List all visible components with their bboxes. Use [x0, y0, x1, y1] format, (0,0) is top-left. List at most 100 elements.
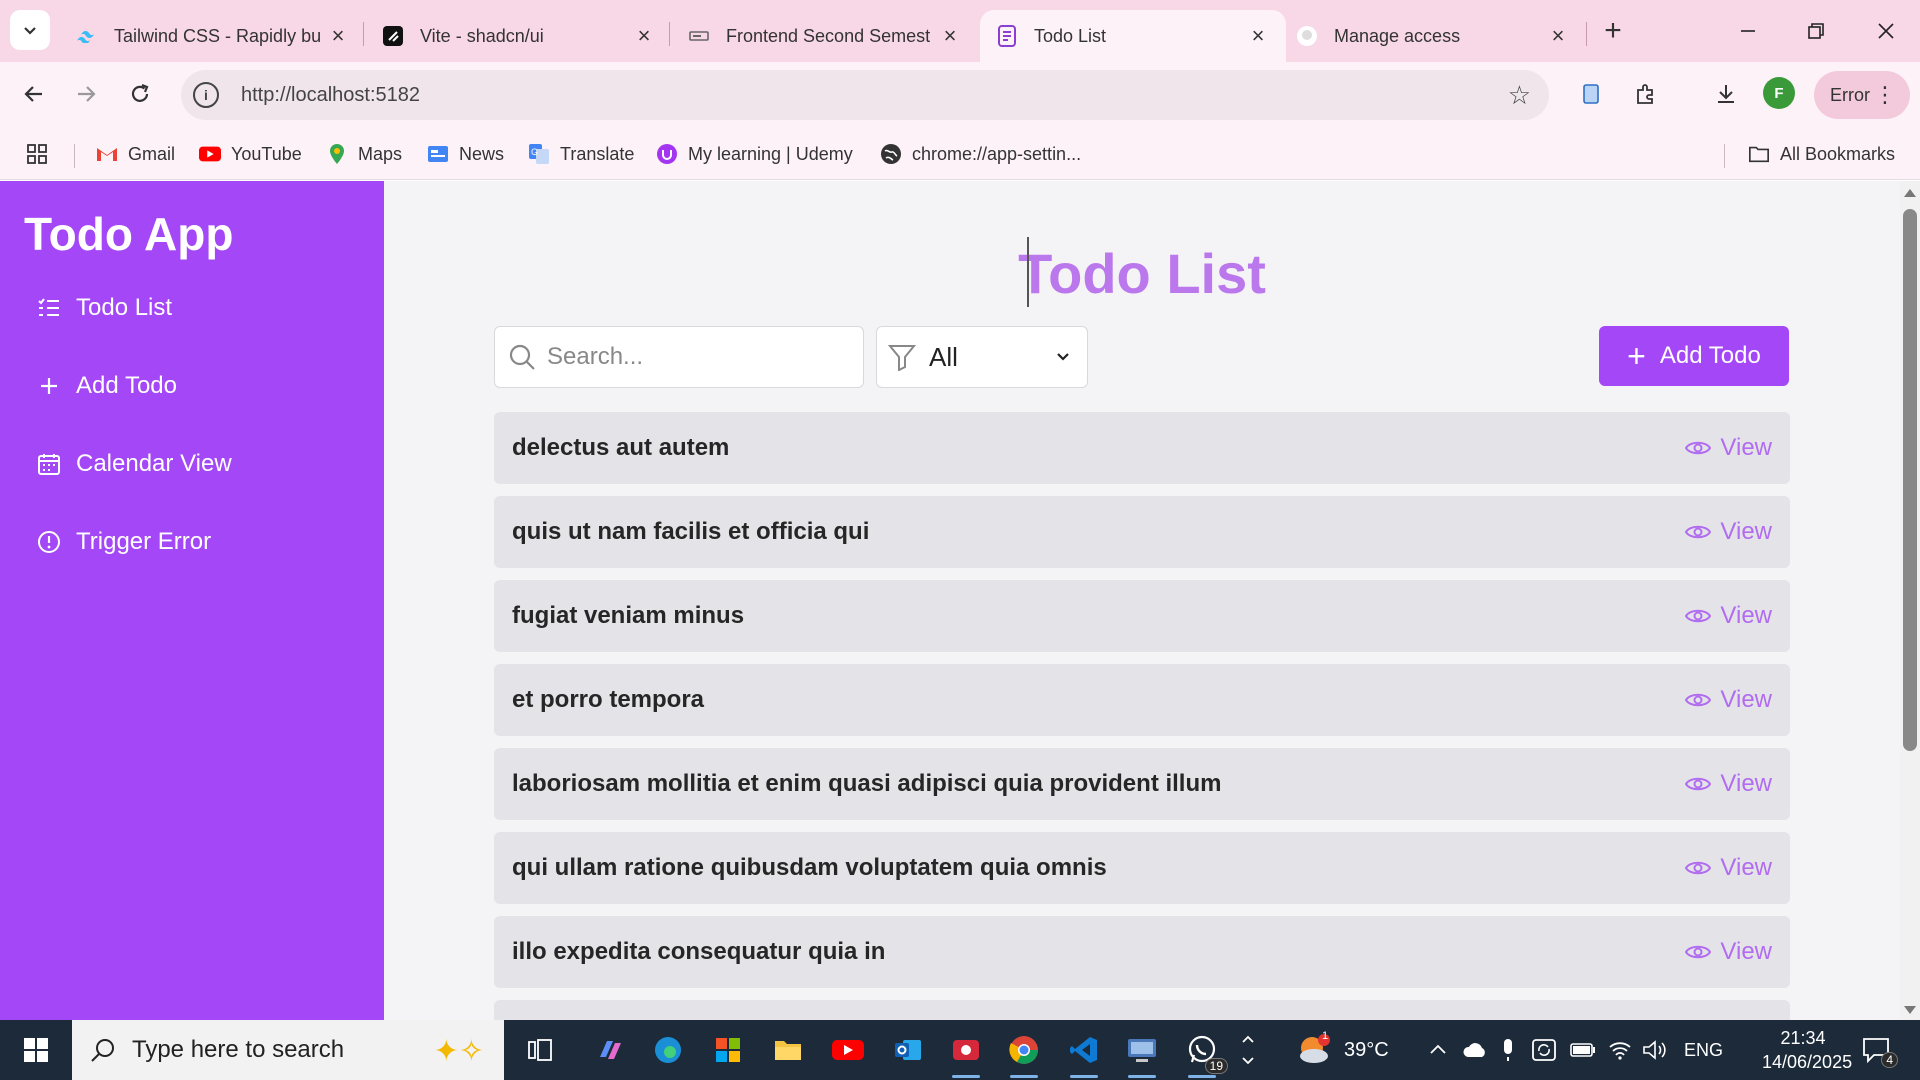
- view-todo-link[interactable]: View: [1684, 938, 1772, 966]
- arrow-left-icon: [24, 86, 42, 102]
- tab-search-button[interactable]: [10, 10, 50, 50]
- show-hidden-icons[interactable]: [1428, 1020, 1448, 1080]
- view-todo-link[interactable]: View: [1684, 602, 1772, 630]
- sidebar-item-calendar-view[interactable]: Calendar View: [36, 444, 232, 484]
- todo-title: fugiat veniam minus: [512, 602, 745, 629]
- wifi-icon[interactable]: [1608, 1020, 1632, 1080]
- close-icon[interactable]: ×: [326, 23, 350, 48]
- sidebar-item-add-todo[interactable]: Add Todo: [36, 366, 177, 406]
- download-icon[interactable]: [1706, 74, 1746, 114]
- task-view-icon[interactable]: [518, 1030, 562, 1070]
- copilot-icon[interactable]: [588, 1030, 632, 1070]
- sidebar-item-todo-list[interactable]: Todo List: [36, 288, 172, 328]
- bookmark-gmail[interactable]: Gmail: [96, 140, 175, 168]
- view-todo-link[interactable]: View: [1684, 434, 1772, 462]
- bookmark-translate[interactable]: G Translate: [528, 140, 634, 168]
- youtube-app-icon[interactable]: [826, 1030, 870, 1070]
- remote-desktop-icon[interactable]: [1120, 1030, 1164, 1078]
- microphone-icon[interactable]: [1500, 1020, 1516, 1080]
- view-todo-link[interactable]: View: [1684, 518, 1772, 546]
- forward-button[interactable]: [66, 74, 106, 114]
- bookmark-news[interactable]: News: [427, 140, 504, 168]
- status-filter-select[interactable]: All: [876, 326, 1088, 388]
- outlook-icon[interactable]: [886, 1030, 930, 1070]
- error-chip[interactable]: Error ⋮: [1814, 71, 1910, 119]
- restore-button[interactable]: [1796, 14, 1836, 48]
- taskbar-scroll-arrows[interactable]: [1236, 1030, 1260, 1070]
- tab-todo-list[interactable]: Todo List ×: [980, 10, 1286, 62]
- tab-tailwind[interactable]: Tailwind CSS - Rapidly bu ×: [60, 10, 366, 62]
- bookmark-udemy[interactable]: My learning | Udemy: [656, 140, 853, 168]
- taskbar-clock[interactable]: 21:34 14/06/2025: [1762, 1026, 1852, 1074]
- bookmark-maps[interactable]: Maps: [326, 140, 402, 168]
- scroll-down-arrow[interactable]: [1904, 1006, 1916, 1014]
- view-label: View: [1720, 854, 1772, 881]
- minimize-button[interactable]: [1728, 14, 1768, 48]
- volume-icon[interactable]: [1642, 1020, 1668, 1080]
- list-icon: [36, 295, 62, 321]
- weather-badge: 1: [1322, 1030, 1329, 1042]
- close-icon[interactable]: ×: [632, 23, 656, 48]
- edge-icon[interactable]: [646, 1030, 690, 1070]
- close-icon[interactable]: ×: [1246, 23, 1270, 48]
- bookmarks-bar: Gmail YouTube Maps News G Translate My l…: [0, 128, 1920, 180]
- sidebar-item-trigger-error[interactable]: Trigger Error: [36, 522, 211, 562]
- file-explorer-icon[interactable]: [766, 1030, 810, 1070]
- view-todo-link[interactable]: View: [1684, 686, 1772, 714]
- language-indicator[interactable]: ENG: [1684, 1020, 1723, 1080]
- weather-widget[interactable]: 1 39°C: [1294, 1020, 1389, 1080]
- whatsapp-icon[interactable]: 19: [1180, 1030, 1228, 1078]
- bookmark-separator: [1724, 144, 1725, 168]
- profile-avatar[interactable]: F: [1763, 77, 1795, 109]
- screen-recorder-icon[interactable]: [944, 1030, 988, 1078]
- tab-separator: [1586, 22, 1587, 46]
- reload-button[interactable]: [120, 74, 160, 114]
- copilot-sparkle-icon: ✦✧: [433, 1035, 484, 1068]
- reading-mode-icon[interactable]: [1571, 74, 1611, 114]
- start-button[interactable]: [14, 1032, 58, 1068]
- chrome-icon[interactable]: [1002, 1030, 1046, 1078]
- tab-shadcn[interactable]: Vite - shadcn/ui ×: [366, 10, 672, 62]
- info-icon[interactable]: i: [193, 82, 219, 108]
- search-field[interactable]: [494, 326, 864, 388]
- apps-button[interactable]: [26, 140, 48, 168]
- vscode-icon[interactable]: [1062, 1030, 1106, 1078]
- view-todo-link[interactable]: View: [1684, 770, 1772, 798]
- all-bookmarks[interactable]: All Bookmarks: [1748, 140, 1895, 168]
- gmail-icon: [96, 143, 118, 165]
- tab-title: Manage access: [1334, 25, 1461, 46]
- view-todo-link[interactable]: View: [1684, 854, 1772, 882]
- bookmark-app-settings[interactable]: chrome://app-settin...: [880, 140, 1081, 168]
- back-button[interactable]: [14, 74, 54, 114]
- scroll-up-arrow[interactable]: [1904, 189, 1916, 197]
- page-scrollbar[interactable]: [1900, 181, 1920, 1020]
- battery-icon[interactable]: [1570, 1020, 1596, 1080]
- scroll-thumb[interactable]: [1903, 209, 1917, 751]
- language-label: ENG: [1684, 1039, 1724, 1060]
- page-title: Todo List: [1018, 242, 1266, 305]
- tab-manage-access[interactable]: Manage access ×: [1280, 10, 1586, 62]
- app-viewport: Todo App Todo List Add Todo Calendar Vie…: [0, 181, 1920, 1020]
- url-text[interactable]: http://localhost:5182: [241, 84, 420, 107]
- notification-center[interactable]: 4: [1858, 1034, 1898, 1068]
- close-icon[interactable]: ×: [938, 23, 962, 48]
- new-tab-button[interactable]: +: [1596, 14, 1630, 48]
- page-icon: [996, 25, 1018, 47]
- store-icon[interactable]: [706, 1030, 750, 1070]
- more-icon[interactable]: ⋮: [1874, 81, 1896, 109]
- search-input[interactable]: [547, 343, 847, 371]
- sync-icon[interactable]: [1532, 1020, 1556, 1080]
- bookmark-label: Translate: [560, 143, 635, 164]
- onedrive-icon[interactable]: [1462, 1020, 1488, 1080]
- todo-row: illo expedita consequatur quia in View: [494, 916, 1790, 988]
- taskbar-search[interactable]: Type here to search ✦✧: [72, 1020, 504, 1080]
- close-window-button[interactable]: [1866, 14, 1906, 48]
- close-icon[interactable]: ×: [1546, 23, 1570, 48]
- extensions-icon[interactable]: [1626, 74, 1666, 114]
- clock-time: 21:34: [1780, 1028, 1826, 1048]
- add-todo-button[interactable]: + Add Todo: [1599, 326, 1789, 386]
- star-icon[interactable]: ☆: [1508, 80, 1531, 111]
- address-bar[interactable]: i http://localhost:5182 ☆: [181, 70, 1549, 120]
- bookmark-youtube[interactable]: YouTube: [199, 140, 302, 168]
- tab-frontend[interactable]: Frontend Second Semest ×: [672, 10, 978, 62]
